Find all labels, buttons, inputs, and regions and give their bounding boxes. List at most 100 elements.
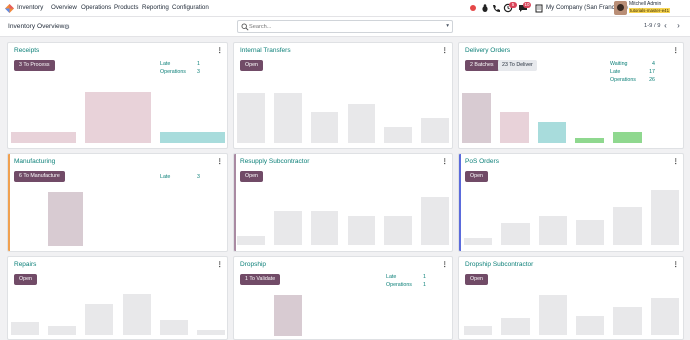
card-graph[interactable] (464, 189, 679, 245)
card-title[interactable]: Dropship Subcontractor (465, 261, 533, 268)
search-options-toggle-icon[interactable]: ▾ (446, 23, 449, 29)
pager-previous-button[interactable]: ‹ (660, 20, 671, 33)
pager-next-button[interactable]: › (673, 20, 684, 33)
card-menu-icon[interactable]: ⋮ (442, 260, 449, 268)
stat-operations-value[interactable]: 1 (414, 282, 426, 288)
graph-bar[interactable] (538, 216, 567, 245)
graph-bar[interactable] (464, 238, 493, 245)
card-title[interactable]: Repairs (14, 261, 36, 268)
stat-operations-label[interactable]: Operations (386, 282, 412, 288)
graph-bar[interactable] (273, 93, 302, 143)
card-graph[interactable] (237, 189, 449, 245)
gear-icon[interactable]: ⚙ (64, 23, 70, 31)
stat-late-value[interactable]: 3 (188, 174, 200, 180)
graph-bar[interactable] (499, 112, 529, 143)
record-indicator-icon[interactable] (470, 5, 476, 11)
user-avatar[interactable] (614, 1, 627, 15)
menu-configuration[interactable]: Configuration (172, 4, 209, 11)
menu-reporting[interactable]: Reporting (142, 4, 169, 11)
card-title[interactable]: Dropship (240, 261, 266, 268)
menu-overview[interactable]: Overview (51, 4, 77, 11)
card-graph[interactable] (11, 292, 225, 335)
card-menu-icon[interactable]: ⋮ (442, 46, 449, 54)
app-logo-icon[interactable] (5, 4, 14, 13)
graph-bar[interactable] (613, 207, 642, 245)
card-graph[interactable] (464, 292, 679, 335)
graph-bar[interactable] (48, 192, 83, 246)
open-button[interactable]: Open (240, 60, 263, 71)
card-menu-icon[interactable]: ⋮ (673, 260, 680, 268)
pager-value[interactable]: 1-9 / 9 (644, 23, 660, 29)
graph-bar[interactable] (537, 122, 567, 143)
stat-late-label[interactable]: Late (386, 274, 396, 280)
stat-late-label[interactable]: Late (160, 174, 170, 180)
card-menu-icon[interactable]: ⋮ (217, 260, 224, 268)
graph-bar[interactable] (613, 307, 642, 335)
card-menu-icon[interactable]: ⋮ (673, 46, 680, 54)
card-title[interactable]: Internal Transfers (240, 47, 291, 54)
graph-bar[interactable] (421, 197, 449, 245)
graph-bar[interactable] (85, 304, 114, 335)
menu-products[interactable]: Products (114, 4, 138, 11)
app-brand[interactable]: Inventory (17, 4, 43, 11)
companies-icon[interactable] (534, 3, 544, 13)
card-graph[interactable] (274, 294, 302, 336)
search-box[interactable]: ▾ (237, 20, 453, 33)
card-title[interactable]: Resupply Subcontractor (240, 158, 309, 165)
menu-operations[interactable]: Operations (81, 4, 111, 11)
stat-operations-label[interactable]: Operations (160, 69, 186, 75)
open-button[interactable]: Open (465, 274, 488, 285)
card-title[interactable]: Delivery Orders (465, 47, 510, 54)
graph-bar[interactable] (575, 138, 605, 143)
card-graph[interactable] (462, 90, 642, 143)
graph-bar[interactable] (11, 322, 40, 335)
stat-late-label[interactable]: Late (610, 69, 620, 75)
stat-operations-label[interactable]: Operations (610, 77, 636, 83)
bug-icon[interactable] (480, 3, 490, 13)
graph-bar[interactable] (501, 318, 530, 335)
graph-bar[interactable] (384, 127, 413, 143)
card-title[interactable]: Manufacturing (14, 158, 55, 165)
graph-bar[interactable] (538, 295, 567, 335)
stat-operations-value[interactable]: 26 (643, 77, 655, 83)
open-button[interactable]: Open (240, 171, 263, 182)
stat-late-value[interactable]: 1 (414, 274, 426, 280)
graph-bar[interactable] (273, 211, 302, 245)
card-menu-icon[interactable]: ⋮ (217, 157, 224, 165)
phone-icon[interactable] (491, 3, 501, 13)
graph-bar[interactable] (85, 92, 151, 143)
batches-button[interactable]: 2 Batches (465, 60, 499, 71)
graph-bar[interactable] (576, 220, 605, 245)
to-validate-button[interactable]: 1 To Validate (240, 274, 281, 285)
stat-late-label[interactable]: Late (160, 61, 170, 67)
graph-bar[interactable] (159, 132, 225, 143)
to-manufacture-button[interactable]: 6 To Manufacture (14, 171, 65, 182)
card-title[interactable]: PoS Orders (465, 158, 499, 165)
card-graph[interactable] (11, 90, 225, 143)
search-input[interactable] (249, 23, 439, 31)
graph-bar[interactable] (310, 112, 339, 143)
stat-waiting-value[interactable]: 4 (643, 61, 655, 67)
graph-bar[interactable] (310, 211, 339, 245)
graph-bar[interactable] (11, 132, 77, 143)
graph-bar[interactable] (237, 93, 265, 143)
open-button[interactable]: Open (14, 274, 37, 285)
graph-bar[interactable] (237, 236, 265, 245)
open-button[interactable]: Open (465, 171, 488, 182)
graph-bar[interactable] (650, 190, 679, 245)
graph-bar[interactable] (462, 93, 491, 143)
graph-bar[interactable] (122, 294, 151, 335)
to-deliver-button[interactable]: 23 To Deliver (498, 60, 537, 71)
graph-bar[interactable] (274, 295, 302, 336)
stat-waiting-label[interactable]: Waiting (610, 61, 627, 67)
graph-bar[interactable] (347, 104, 376, 143)
card-menu-icon[interactable]: ⋮ (673, 157, 680, 165)
graph-bar[interactable] (196, 330, 225, 335)
graph-bar[interactable] (347, 216, 376, 245)
card-graph[interactable] (48, 191, 83, 246)
graph-bar[interactable] (576, 316, 605, 335)
card-title[interactable]: Receipts (14, 47, 39, 54)
graph-bar[interactable] (384, 216, 413, 245)
card-graph[interactable] (237, 90, 449, 143)
to-process-button[interactable]: 3 To Process (14, 60, 55, 71)
